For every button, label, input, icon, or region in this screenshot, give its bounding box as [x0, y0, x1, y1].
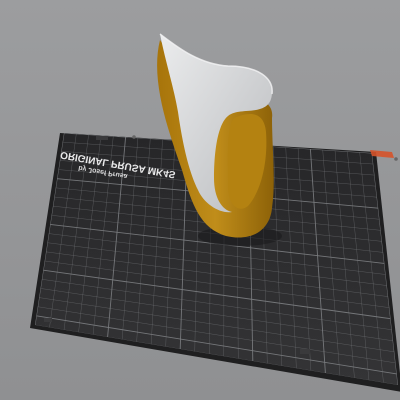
bed-screw: [132, 135, 136, 139]
viewport-canvas[interactable]: ORIGINAL PRUSA MK4S by Josef Prusa: [0, 0, 400, 400]
3d-viewport[interactable]: ORIGINAL PRUSA MK4S by Josef Prusa: [0, 0, 400, 400]
bed-hole: [44, 318, 52, 322]
bed-hole: [96, 136, 108, 140]
bed-screw: [394, 157, 398, 161]
bed-hole: [300, 349, 310, 354]
